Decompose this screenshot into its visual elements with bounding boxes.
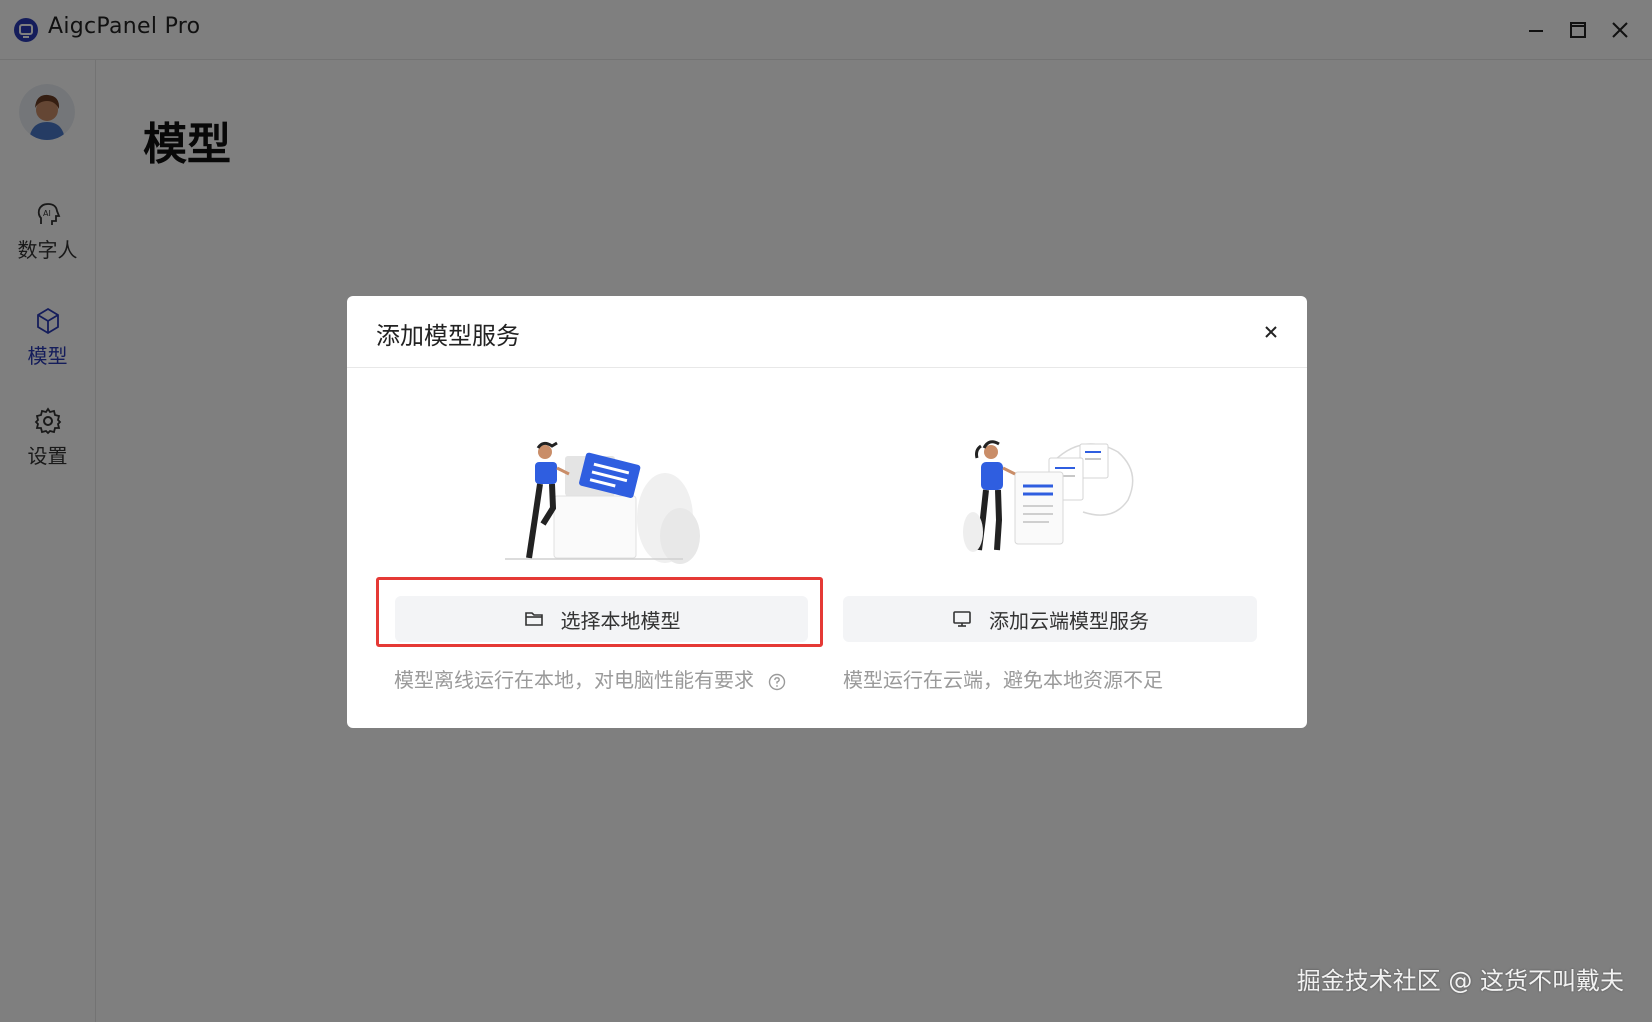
monitor-icon [953,611,971,627]
select-local-model-button[interactable]: 选择本地模型 [395,596,808,642]
folder-icon [524,612,543,626]
add-cloud-model-service-button[interactable]: 添加云端模型服务 [843,596,1257,642]
local-model-description-text: 模型离线运行在本地，对电脑性能有要求 [394,668,754,692]
dialog-close-button[interactable] [1257,318,1285,346]
dialog-title: 添加模型服务 [376,322,520,350]
local-folder-illustration [505,441,700,564]
select-local-model-label: 选择本地模型 [560,608,681,633]
local-model-description: 模型离线运行在本地，对电脑性能有要求 [394,664,786,693]
question-circle-icon[interactable] [768,673,786,691]
modal-backdrop-top [0,0,1652,60]
watermark-text: 掘金技术社区 @ 这货不叫戴夫 [1296,967,1624,995]
dialog-header: 添加模型服务 [347,296,1307,368]
close-icon [1265,326,1277,338]
cloud-documents-illustration [963,440,1134,552]
cloud-model-description: 模型运行在云端，避免本地资源不足 [843,668,1163,692]
add-model-service-dialog: 添加模型服务 选择本地模型 添加云端模型服务 模型离线运行在本地，对电脑性能有要… [347,296,1307,728]
add-cloud-model-service-label: 添加云端模型服务 [989,608,1149,633]
